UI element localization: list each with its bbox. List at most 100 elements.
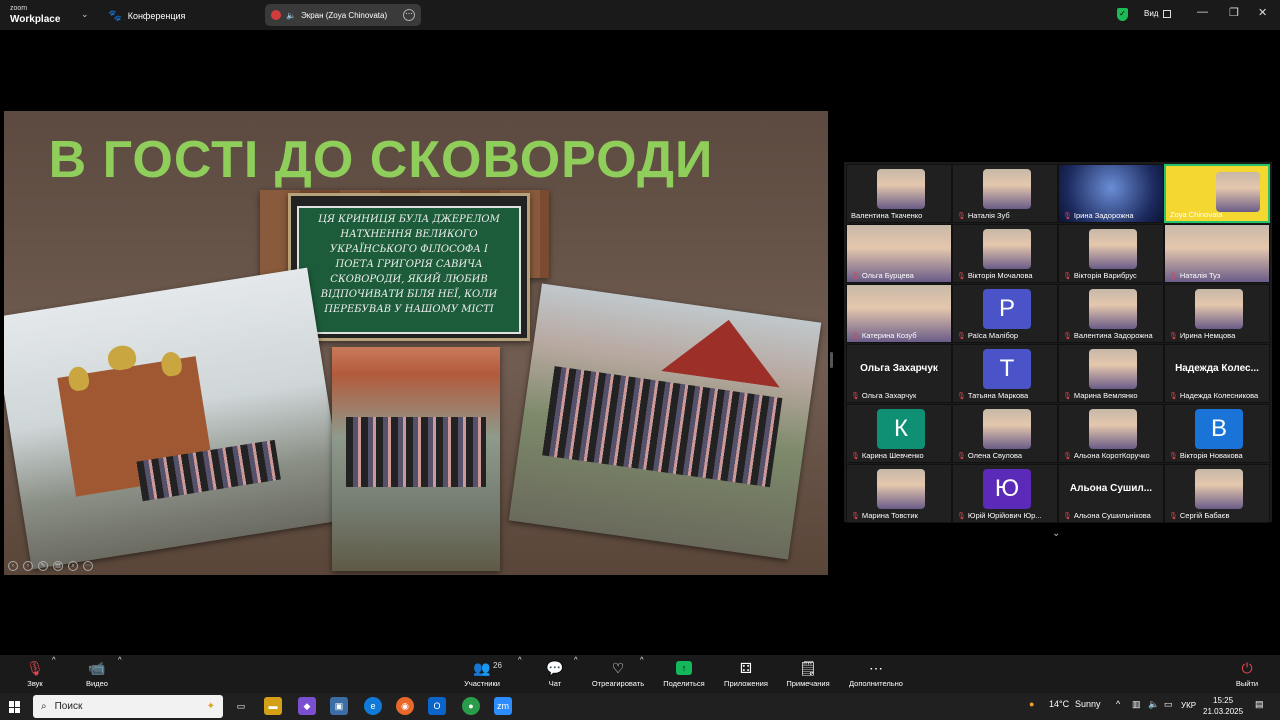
leave-button[interactable]: ⏻ Выйти	[1232, 655, 1262, 693]
participant-tile[interactable]: К 🎙 Карина Шевченко	[846, 404, 952, 463]
notifications-icon[interactable]: ▤	[1255, 699, 1264, 710]
encryption-shield-icon[interactable]: ✓	[1117, 8, 1128, 21]
participant-tile[interactable]: 🎙 Катерина Козуб	[846, 284, 952, 343]
plaque: ЦЯ КРИНИЦЯ БУЛА ДЖЕРЕЛОМ НАТХНЕННЯ ВЕЛИК…	[297, 206, 521, 334]
edge-icon[interactable]: e	[364, 697, 382, 715]
participant-tile[interactable]: Альона Сушил... 🎙 Альона Сушильнікова	[1058, 464, 1164, 523]
outlook-icon[interactable]: O	[428, 697, 446, 715]
apps-button[interactable]: ⚃ Приложения	[719, 655, 773, 693]
participant-tile[interactable]: Валентина Ткаченко	[846, 164, 952, 223]
notes-button[interactable]: 🗒 Примечания	[782, 655, 834, 693]
battery-icon[interactable]: ▭	[1164, 699, 1173, 710]
participant-face	[1216, 172, 1260, 212]
view-button[interactable]: Вид	[1144, 9, 1172, 18]
slides-icon[interactable]: ▤	[53, 561, 63, 571]
muted-mic-icon: 🎙	[1063, 513, 1072, 520]
audio-options-caret-icon[interactable]: ^	[52, 655, 56, 693]
participant-tile[interactable]: 🎙 Наталія Туз	[1164, 224, 1270, 283]
next-slide-icon[interactable]: ›	[23, 561, 33, 571]
plaque-line: ВІДПОЧИВАТИ БІЛЯ НЕЇ, КОЛИ	[320, 289, 498, 300]
react-button[interactable]: ♡ Отреагировать	[588, 655, 648, 693]
sparkle-icon: ✦	[206, 701, 215, 712]
apps-icon: ⚃	[739, 660, 753, 676]
gallery-next-page-icon[interactable]: ⌄	[1052, 528, 1060, 539]
participant-tile[interactable]: 🎙 Ирина Немцова	[1164, 284, 1270, 343]
participant-tile[interactable]: 🎙 Марина Товстик	[846, 464, 952, 523]
network-icon[interactable]: ▥	[1132, 699, 1141, 710]
leave-icon: ⏻	[1241, 660, 1253, 676]
close-icon[interactable]: ✕	[1258, 6, 1267, 19]
muted-mic-icon: 🎙	[957, 213, 966, 220]
chat-caret-icon[interactable]: ^	[574, 655, 578, 693]
title-bar: zoom Workplace ⌄ 🐾 Конференция 🔈 Экран (…	[0, 0, 1280, 30]
participant-tile-active-speaker[interactable]: Zoya Chinovata	[1164, 164, 1270, 223]
participant-display-name: Альона Сушил...	[1069, 483, 1153, 494]
participant-video	[1195, 469, 1243, 509]
participant-tile[interactable]: 🎙 Наталія Зуб	[952, 164, 1058, 223]
screen-share-indicator[interactable]: 🔈 Экран (Zoya Chinovata) ⋯	[265, 4, 421, 26]
clock[interactable]: 15:25 21.03.2025	[1203, 695, 1243, 717]
meeting-info-button[interactable]: 🐾 Конференция	[108, 9, 185, 22]
participant-tile[interactable]: 🎙 Валентина Задорожна	[1058, 284, 1164, 343]
weather-text[interactable]: Sunny	[1075, 699, 1101, 709]
chevron-down-icon[interactable]: ⌄	[81, 9, 89, 20]
taskbar-search[interactable]: ⌕ Поиск ✦	[33, 695, 223, 718]
video-button[interactable]: 📹 Видео	[80, 655, 114, 693]
logo-bottom-text: Workplace	[10, 14, 61, 25]
task-view-icon[interactable]: ▭	[232, 697, 250, 715]
participant-tile[interactable]: 🎙 Ірина Задорожна	[1058, 164, 1164, 223]
chat-label: Чат	[548, 679, 562, 688]
participant-tile[interactable]: 🎙 Сергій Бабаєв	[1164, 464, 1270, 523]
weather-temp[interactable]: 14°C	[1049, 699, 1069, 709]
file-explorer-icon[interactable]: ▬	[264, 697, 282, 715]
participant-tile[interactable]: Ю 🎙 Юрій Юрійович Юр...	[952, 464, 1058, 523]
chevron-up-icon[interactable]: ^	[1116, 699, 1120, 709]
share-button[interactable]: ↑ Поделиться	[660, 655, 708, 693]
chat-button[interactable]: 💬 Чат	[540, 655, 570, 693]
splitter-handle[interactable]	[830, 352, 833, 368]
windows-start-icon[interactable]	[9, 701, 21, 713]
speaker-icon: 🔈	[286, 10, 296, 20]
participant-tile[interactable]: Надежда Колес... 🎙 Надежда Колесникова	[1164, 344, 1270, 403]
participant-tile[interactable]: 🎙 Олена Свулова	[952, 404, 1058, 463]
participants-count: 26	[493, 661, 502, 670]
participants-caret-icon[interactable]: ^	[518, 655, 522, 693]
firefox-icon[interactable]: ◉	[396, 697, 414, 715]
react-caret-icon[interactable]: ^	[640, 655, 644, 693]
more-icon[interactable]: ⋯	[83, 561, 93, 571]
restore-icon[interactable]: ❐	[1229, 6, 1239, 19]
muted-mic-icon: 🎙	[957, 453, 966, 460]
clock-date: 21.03.2025	[1203, 707, 1244, 716]
language-indicator[interactable]: УКР	[1181, 701, 1196, 710]
participant-tile[interactable]: В 🎙 Вікторія Новакова	[1164, 404, 1270, 463]
muted-mic-icon: 🎙	[957, 333, 966, 340]
notes-icon: 🗒	[799, 660, 817, 676]
participant-tile[interactable]: 🎙 Вікторія Мочалова	[952, 224, 1058, 283]
more-options-icon[interactable]: ⋯	[403, 9, 415, 21]
store-icon[interactable]: ▣	[330, 697, 348, 715]
pen-icon[interactable]: ✎	[38, 561, 48, 571]
muted-mic-icon: 🎙	[851, 393, 860, 400]
volume-icon[interactable]: 🔈	[1148, 699, 1159, 710]
notes-label: Примечания	[786, 679, 830, 688]
copilot-icon[interactable]: ◆	[298, 697, 316, 715]
participant-tile[interactable]: 🎙 Альона КоротКоручко	[1058, 404, 1164, 463]
video-options-caret-icon[interactable]: ^	[118, 655, 122, 693]
logo-top-text: zoom	[10, 5, 28, 12]
zoom-app-icon[interactable]: zm	[494, 697, 512, 715]
minimize-icon[interactable]: —	[1197, 6, 1208, 18]
participant-tile[interactable]: 🎙 Марина Вемлянко	[1058, 344, 1164, 403]
chrome-icon[interactable]: ●	[462, 697, 480, 715]
participant-avatar: Р	[983, 289, 1031, 329]
participant-tile[interactable]: Ольга Захарчук 🎙 Ольга Захарчук	[846, 344, 952, 403]
participant-name: 🎙 Альона Сушильнікова	[1063, 511, 1151, 520]
audio-button[interactable]: 🎙 Звук	[18, 655, 52, 693]
participant-tile[interactable]: 🎙 Вікторія Варибрус	[1058, 224, 1164, 283]
participant-tile[interactable]: Т 🎙 Татьяна Маркова	[952, 344, 1058, 403]
zoom-icon[interactable]: ⌕	[68, 561, 78, 571]
more-icon: ⋯	[869, 660, 883, 676]
participant-tile[interactable]: Р 🎙 Раїса Малібор	[952, 284, 1058, 343]
more-button[interactable]: ⋯ Дополнительно	[844, 655, 908, 693]
prev-slide-icon[interactable]: ‹	[8, 561, 18, 571]
participant-tile[interactable]: 🎙 Ольга Бурцева	[846, 224, 952, 283]
